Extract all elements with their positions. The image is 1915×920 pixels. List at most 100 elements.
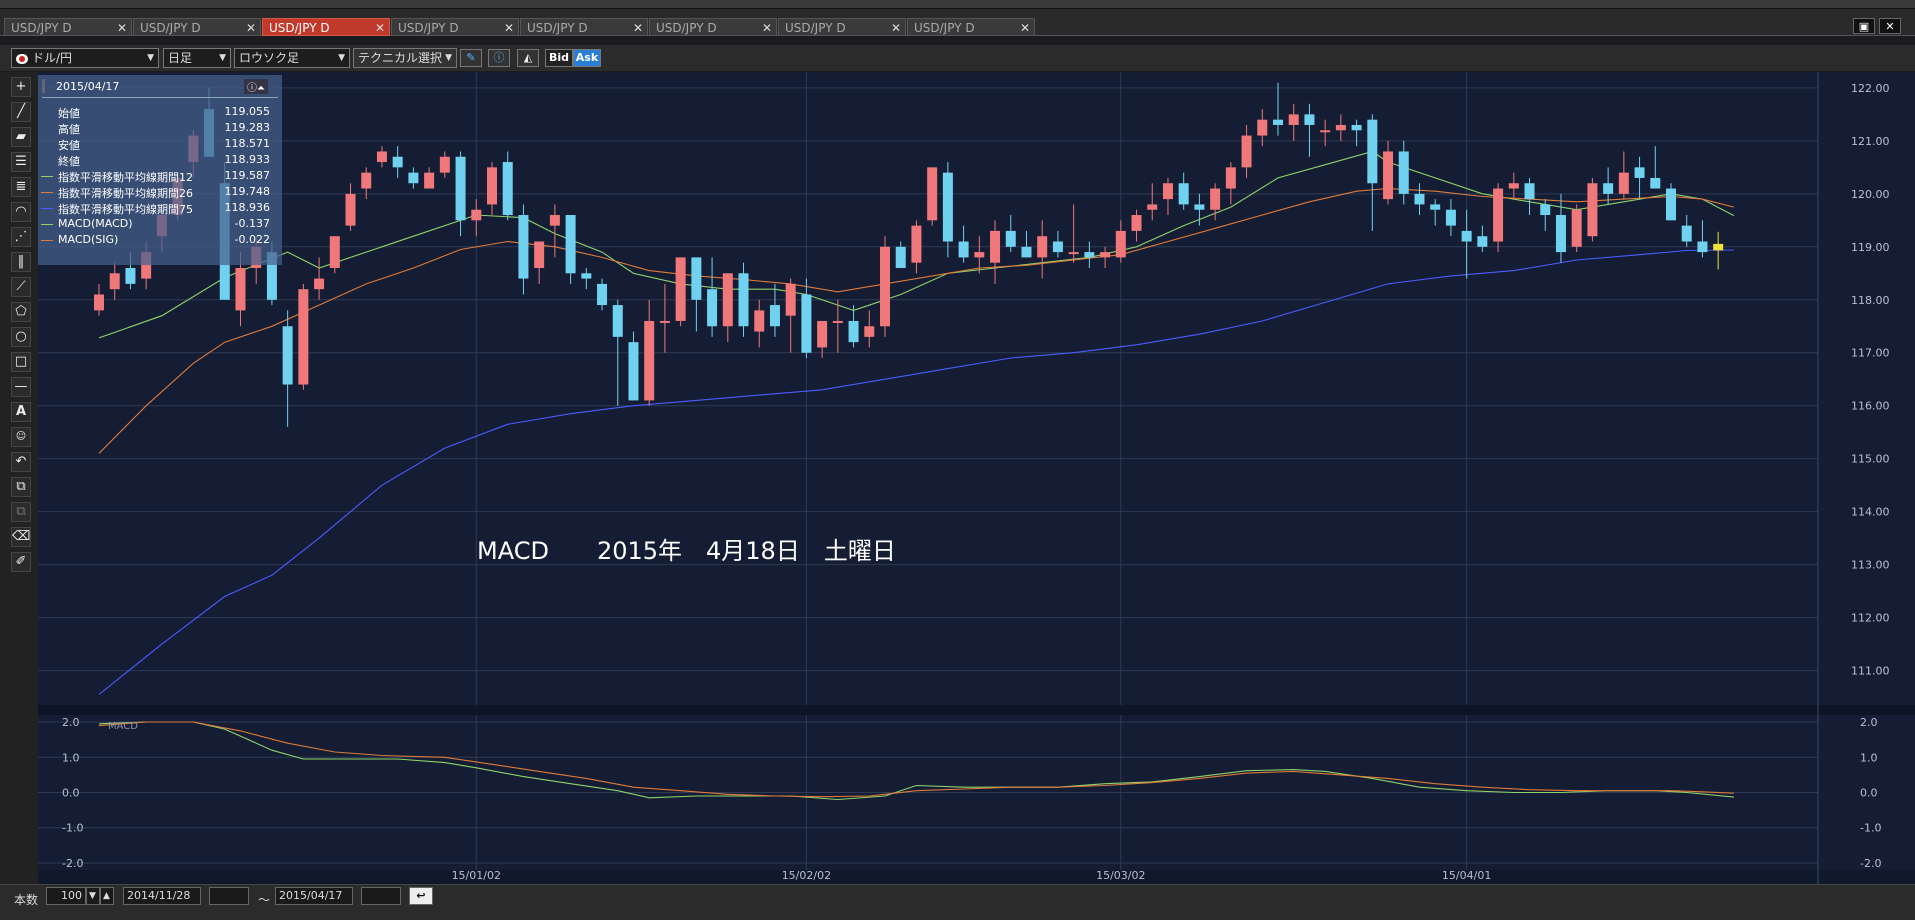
count-up-icon[interactable]: ▲: [100, 887, 114, 905]
tab-close-icon[interactable]: ✕: [891, 19, 901, 37]
from-date-input[interactable]: 2014/11/28: [123, 887, 201, 905]
eraser-all-icon[interactable]: ✐: [11, 552, 31, 572]
bid-button[interactable]: Bid: [545, 49, 573, 67]
price-tick-label: 122.00: [1851, 82, 1890, 95]
candle-body: [738, 273, 749, 327]
tab-chart-5[interactable]: USD/JPY D ✕: [520, 18, 648, 36]
tab-close-icon[interactable]: ✕: [375, 19, 385, 37]
price-tick-label: 112.00: [1851, 612, 1890, 625]
info-row-value: 119.748: [224, 185, 271, 198]
fan-icon[interactable]: ⋰: [11, 227, 31, 247]
candle-body: [1540, 204, 1551, 216]
info-icon[interactable]: ⓘ: [488, 49, 510, 67]
tab-chart-3[interactable]: USD/JPY D ✕: [262, 18, 390, 36]
arc-icon[interactable]: ◠: [11, 202, 31, 222]
candle-body: [722, 273, 733, 327]
count-label: 本数: [14, 893, 39, 907]
tab-chart-7[interactable]: USD/JPY D ✕: [778, 18, 906, 36]
candle-body: [424, 172, 435, 189]
tab-close-icon[interactable]: ✕: [762, 19, 772, 37]
candle-body: [848, 320, 859, 343]
draw-pen-icon[interactable]: ✎: [460, 49, 482, 67]
trendline-icon[interactable]: ╱: [11, 102, 31, 122]
ask-button[interactable]: Ask: [573, 49, 601, 67]
info-row: MACD(MACD) -0.137: [38, 217, 282, 233]
info-row-label: 始値: [58, 107, 80, 120]
tab-chart-8[interactable]: USD/JPY D ✕: [907, 18, 1035, 36]
technical-select-label: テクニカル選択: [358, 51, 443, 65]
candle-body: [361, 172, 372, 189]
copy-icon[interactable]: ⧉: [11, 477, 31, 497]
circle-icon[interactable]: ○: [11, 327, 31, 347]
paste-icon[interactable]: ⧉: [11, 502, 31, 522]
info-toggle-icon[interactable]: ⓘ⏶: [244, 79, 268, 94]
candle-body: [1477, 236, 1488, 247]
crosshair-icon[interactable]: +: [11, 77, 31, 97]
panel-drag-handle[interactable]: [42, 79, 45, 93]
eraser-icon[interactable]: ⌫: [11, 527, 31, 547]
macd-panel-label: MACD: [108, 721, 138, 732]
count-down-icon[interactable]: ▼: [86, 887, 100, 905]
price-chart-svg[interactable]: 122.00 121.00 120.00 119.00 118.00 117.00 116.…: [38, 72, 1915, 884]
rectangle-icon[interactable]: □: [11, 352, 31, 372]
candle-body: [612, 305, 623, 337]
series-color-swatch: [41, 208, 53, 209]
technical-select-button[interactable]: テクニカル選択 ▼: [353, 48, 457, 68]
candle-body: [518, 215, 529, 279]
candle-body: [1288, 114, 1299, 125]
close-window-icon[interactable]: ✕: [1879, 18, 1901, 34]
pentagon-icon[interactable]: ⬠: [11, 302, 31, 322]
chart-type-select[interactable]: ロウソク足 ▼: [234, 48, 350, 68]
horizontal-lines-icon[interactable]: ☰: [11, 152, 31, 172]
gann-icon[interactable]: ⟋: [11, 277, 31, 297]
chevron-down-icon: ▼: [219, 53, 226, 63]
restore-window-icon[interactable]: ▣: [1853, 18, 1875, 34]
top-menu-strip: [0, 0, 1915, 9]
return-icon[interactable]: ↩: [409, 887, 433, 905]
undo-icon[interactable]: ↶: [11, 452, 31, 472]
tab-close-icon[interactable]: ✕: [633, 19, 643, 37]
date-tick-label: 15/03/02: [1096, 869, 1145, 882]
ruler-icon[interactable]: ▰: [11, 127, 31, 147]
info-row-value: 118.571: [224, 137, 271, 150]
tab-close-icon[interactable]: ✕: [504, 19, 514, 37]
candle-body: [1335, 124, 1346, 131]
candle-body: [1225, 167, 1236, 189]
tab-label: USD/JPY D: [269, 21, 330, 35]
tab-close-icon[interactable]: ✕: [246, 19, 256, 37]
tab-chart-6[interactable]: USD/JPY D ✕: [649, 18, 777, 36]
info-row-label: 安値: [58, 139, 80, 152]
period-select[interactable]: 日足 ▼: [163, 48, 231, 68]
candle-body: [785, 283, 796, 316]
candle-body: [1194, 204, 1205, 210]
candle-body: [1383, 151, 1394, 200]
tab-chart-1[interactable]: USD/JPY D ✕: [4, 18, 132, 36]
info-row-value: 119.587: [224, 169, 271, 182]
horizontal-line-icon[interactable]: —: [11, 377, 31, 397]
candle-body: [1445, 209, 1456, 226]
candle-body: [439, 156, 450, 173]
to-date-input[interactable]: 2015/04/17: [275, 887, 353, 905]
tab-label: USD/JPY D: [140, 21, 201, 35]
from-time-input[interactable]: [209, 887, 249, 905]
candle-body: [314, 278, 325, 290]
tab-close-icon[interactable]: ✕: [1020, 19, 1030, 37]
text-tool-icon[interactable]: A: [11, 402, 31, 422]
chart-area[interactable]: 122.00 121.00 120.00 119.00 118.00 117.00 116.…: [38, 72, 1915, 884]
currency-pair-select[interactable]: ドル/円 ▼: [11, 48, 159, 68]
info-row-label: 指数平滑移動平均線期間12: [58, 171, 193, 184]
count-input[interactable]: 100: [46, 887, 86, 905]
info-row: 指数平滑移動平均線期間26 119.748: [38, 185, 282, 201]
candle-body: [1524, 183, 1535, 200]
candle-body: [675, 257, 686, 321]
tab-chart-4[interactable]: USD/JPY D ✕: [391, 18, 519, 36]
vertical-lines-icon[interactable]: ‖: [11, 252, 31, 272]
tab-chart-2[interactable]: USD/JPY D ✕: [133, 18, 261, 36]
chart-area-icon[interactable]: ◭: [517, 49, 539, 67]
fibonacci-icon[interactable]: ≣: [11, 177, 31, 197]
to-time-input[interactable]: [361, 887, 401, 905]
smiley-icon[interactable]: ☺: [11, 427, 31, 447]
candle-body: [1147, 204, 1158, 210]
candle-body: [927, 167, 938, 221]
tab-close-icon[interactable]: ✕: [117, 19, 127, 37]
